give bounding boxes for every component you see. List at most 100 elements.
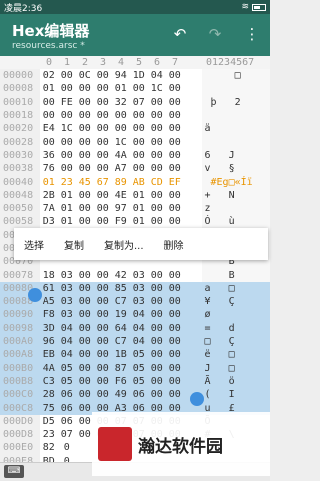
hex-byte[interactable]: 01 [58,203,76,214]
hex-byte[interactable]: D3 [40,216,58,227]
hex-row[interactable]: 00098 3D 04 00 00 64 04 00 00 = d [0,321,270,335]
hex-byte[interactable]: 23 [40,429,58,440]
hex-byte[interactable]: 00 [148,323,166,334]
hex-byte[interactable]: 1C [148,83,166,94]
hex-byte[interactable]: 03 [130,283,148,294]
hex-byte[interactable]: 00 [166,283,184,294]
hex-byte[interactable]: 1C [112,137,130,148]
hex-byte[interactable]: 04 [58,336,76,347]
hex-byte[interactable]: 00 [94,123,112,134]
hex-row[interactable]: 00078 18 03 00 00 42 03 00 00 B [0,268,270,282]
hex-row[interactable]: 00008 01 00 00 00 01 00 1C 00 [0,82,270,96]
hex-byte[interactable]: 00 [148,376,166,387]
hex-byte[interactable]: 00 [76,309,94,320]
hex-byte[interactable]: 00 [76,389,94,400]
hex-row[interactable]: 00048 2B 01 00 00 4E 01 00 00 + N [0,188,270,202]
row-ascii[interactable]: Ó ù [202,215,270,229]
hex-byte[interactable]: 00 [40,110,58,121]
hex-byte[interactable]: 00 [166,216,184,227]
hex-row[interactable]: 00010 00 FE 00 00 32 07 00 00 þ 2 [0,95,270,109]
hex-byte[interactable]: 89 [112,177,130,188]
hex-byte[interactable]: 05 [130,349,148,360]
hex-byte[interactable]: 82 [40,442,58,453]
hex-byte[interactable]: 00 [94,389,112,400]
hex-byte[interactable]: 00 [148,309,166,320]
hex-byte[interactable]: 05 [130,376,148,387]
hex-byte[interactable]: 00 [40,97,58,108]
hex-byte[interactable]: 00 [112,110,130,121]
hex-byte[interactable]: 00 [76,83,94,94]
hex-byte[interactable]: A5 [40,296,58,307]
hex-byte[interactable]: F9 [112,216,130,227]
row-ascii[interactable]: □ [202,69,270,83]
hex-byte[interactable]: 06 [130,389,148,400]
hex-byte[interactable]: 19 [112,309,130,320]
hex-row[interactable]: 00020 E4 1C 00 00 00 00 00 00 ä [0,122,270,136]
row-ascii[interactable]: Ã ö [202,374,270,389]
undo-icon[interactable]: ↶ [168,22,192,46]
row-bytes[interactable]: EB 04 00 00 1B 05 00 00 [39,348,203,362]
hex-byte[interactable]: 1B [112,349,130,360]
hex-byte[interactable]: 00 [58,163,76,174]
hex-byte[interactable]: 00 [148,97,166,108]
row-ascii[interactable]: J □ [202,361,270,375]
hex-byte[interactable]: 00 [148,336,166,347]
hex-byte[interactable]: 00 [40,137,58,148]
hex-byte[interactable]: 00 [148,110,166,121]
hex-byte[interactable]: 23 [58,177,76,188]
hex-row[interactable]: 00050 7A 01 00 00 97 01 00 00 z [0,201,270,216]
hex-row[interactable]: 000A0 96 04 00 00 C7 04 00 00 □ Ç [0,334,270,349]
row-bytes[interactable]: 00 00 00 00 00 00 00 00 [39,108,203,123]
row-bytes[interactable]: 01 00 00 00 01 00 1C 00 [39,82,203,96]
selection-start-handle[interactable] [28,288,42,302]
hex-byte[interactable]: 32 [112,97,130,108]
hex-byte[interactable]: 06 [58,403,76,414]
hex-row[interactable]: 000A8 EB 04 00 00 1B 05 00 00 ë □ [0,348,270,362]
hex-byte[interactable]: 00 [94,110,112,121]
hex-byte[interactable]: 00 [166,270,184,281]
hex-byte[interactable]: 05 [58,363,76,374]
hex-byte[interactable]: EF [166,177,184,188]
row-bytes[interactable]: 96 04 00 00 C7 04 00 00 [39,334,203,349]
hex-byte[interactable]: 01 [130,216,148,227]
hex-byte[interactable]: 00 [166,349,184,360]
hex-byte[interactable]: 00 [94,70,112,81]
hex-byte[interactable]: 00 [76,123,94,134]
hex-byte[interactable]: 45 [76,177,94,188]
hex-byte[interactable]: 00 [130,110,148,121]
hex-byte[interactable]: 0C [76,70,94,81]
row-ascii[interactable]: v § [202,162,270,176]
hex-byte[interactable]: 01 [130,190,148,201]
hex-byte[interactable]: 4A [40,363,58,374]
hex-byte[interactable]: 00 [94,363,112,374]
hex-byte[interactable]: 06 [58,416,76,427]
row-ascii[interactable] [202,82,270,96]
hex-byte[interactable]: 28 [40,389,58,400]
hex-byte[interactable]: 67 [94,177,112,188]
hex-byte[interactable]: 00 [148,190,166,201]
hex-byte[interactable]: 00 [76,336,94,347]
hex-byte[interactable]: 00 [76,363,94,374]
hex-byte[interactable]: EB [40,349,58,360]
hex-byte[interactable]: 00 [58,83,76,94]
hex-byte[interactable]: 97 [112,203,130,214]
hex-byte[interactable]: D5 [40,416,58,427]
hex-byte[interactable]: 00 [148,363,166,374]
hex-byte[interactable]: 00 [58,150,76,161]
hex-byte[interactable]: 00 [148,349,166,360]
hex-byte[interactable]: 00 [148,270,166,281]
hex-byte[interactable]: 00 [94,150,112,161]
hex-byte[interactable]: 85 [112,283,130,294]
hex-row[interactable]: 00038 76 00 00 00 A7 00 00 00 v § [0,162,270,176]
hex-byte[interactable]: 0 [58,442,76,453]
hex-byte[interactable]: 00 [166,163,184,174]
hex-byte[interactable]: AB [130,177,148,188]
hex-byte[interactable]: 00 [166,150,184,161]
row-bytes[interactable]: A5 03 00 00 C7 03 00 00 [39,295,203,309]
hex-byte[interactable]: 00 [148,123,166,134]
hex-byte[interactable]: 00 [94,190,112,201]
hex-byte[interactable]: 4E [112,190,130,201]
hex-byte[interactable]: 07 [58,429,76,440]
hex-byte[interactable]: 05 [58,376,76,387]
hex-byte[interactable]: 00 [130,83,148,94]
